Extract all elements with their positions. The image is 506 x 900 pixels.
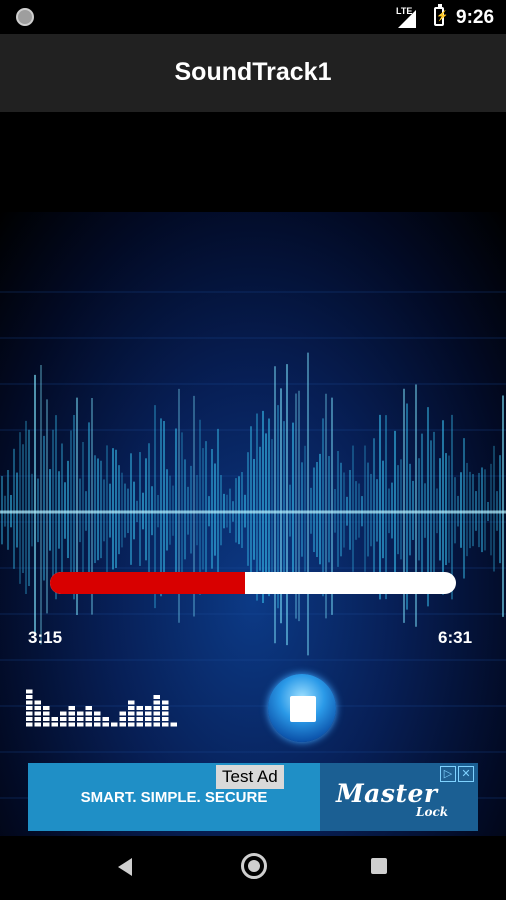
test-ad-badge: Test Ad (216, 765, 284, 789)
equalizer-block (153, 717, 160, 721)
equalizer-block (51, 722, 58, 727)
equalizer-block (128, 700, 135, 705)
equalizer-block (34, 717, 41, 721)
equalizer-block (94, 711, 101, 716)
equalizer-block (102, 717, 109, 721)
waveform-image (0, 291, 506, 845)
equalizer-block (153, 695, 160, 699)
equalizer-block (128, 706, 135, 710)
equalizer-block (26, 700, 33, 705)
equalizer-block (119, 717, 126, 721)
equalizer-block (153, 711, 160, 716)
equalizer-block (136, 722, 143, 727)
equalizer-block (94, 722, 101, 727)
equalizer-block (85, 722, 92, 727)
clock: 9:26 (456, 7, 495, 28)
equalizer-block (26, 695, 33, 699)
equalizer-block (34, 700, 41, 705)
equalizer-block (162, 706, 169, 710)
progress-bar[interactable] (50, 572, 456, 594)
ad-brand: Master (336, 779, 438, 808)
equalizer-icon[interactable] (26, 684, 182, 728)
equalizer-block (77, 717, 84, 721)
equalizer-block (43, 706, 50, 710)
equalizer-block (128, 717, 135, 721)
equalizer-block (26, 689, 33, 694)
equalizer-block (153, 722, 160, 727)
equalizer-block (111, 722, 118, 727)
equalizer-block (145, 711, 152, 716)
equalizer-block (85, 711, 92, 716)
equalizer-block (43, 717, 50, 721)
equalizer-block (60, 722, 67, 727)
equalizer-block (34, 711, 41, 716)
back-icon[interactable] (118, 858, 132, 876)
equalizer-block (102, 722, 109, 727)
navigation-bar (0, 836, 506, 900)
equalizer-block (136, 717, 143, 721)
equalizer-block (34, 706, 41, 710)
app-title: SoundTrack1 (174, 58, 332, 86)
ad-brand-sub: Lock (416, 805, 449, 819)
equalizer-block (26, 706, 33, 710)
equalizer-block (77, 722, 84, 727)
status-bar: LTE ⚡ 9:26 (0, 0, 506, 34)
ad-tagline: SMART. SIMPLE. SECURE (80, 789, 268, 806)
equalizer-block (68, 717, 75, 721)
equalizer-block (68, 706, 75, 710)
equalizer-block (145, 706, 152, 710)
equalizer-block (77, 711, 84, 716)
equalizer-block (51, 717, 58, 721)
equalizer-block (119, 711, 126, 716)
equalizer-block (85, 717, 92, 721)
equalizer-block (68, 722, 75, 727)
battery-charging-icon: ⚡ (434, 4, 448, 26)
equalizer-block (145, 717, 152, 721)
ad-choices-icon[interactable]: ▷ ✕ (440, 766, 474, 782)
equalizer-block (34, 722, 41, 727)
equalizer-block (26, 711, 33, 716)
equalizer-block (162, 700, 169, 705)
equalizer-block (153, 706, 160, 710)
equalizer-block (136, 711, 143, 716)
equalizer-block (162, 717, 169, 721)
equalizer-block (128, 711, 135, 716)
equalizer-block (119, 722, 126, 727)
equalizer-block (85, 706, 92, 710)
equalizer-block (60, 711, 67, 716)
equalizer-block (136, 706, 143, 710)
equalizer-block (60, 717, 67, 721)
equalizer-block (162, 722, 169, 727)
app-bar: SoundTrack1 (0, 34, 506, 112)
equalizer-block (162, 711, 169, 716)
equalizer-block (128, 722, 135, 727)
recents-icon[interactable] (371, 858, 387, 874)
player-visual: 3:15 6:31 (0, 112, 506, 850)
equalizer-block (170, 722, 177, 727)
notification-dot-icon (16, 8, 34, 26)
equalizer-block (68, 711, 75, 716)
stop-button[interactable] (268, 674, 336, 742)
elapsed-time: 3:15 (28, 628, 63, 647)
equalizer-block (43, 711, 50, 716)
equalizer-block (26, 722, 33, 727)
home-icon[interactable] (241, 853, 267, 879)
equalizer-block (94, 717, 101, 721)
progress-played (50, 572, 245, 594)
duration-time: 6:31 (438, 628, 473, 647)
equalizer-block (153, 700, 160, 705)
equalizer-block (43, 722, 50, 727)
equalizer-block (145, 722, 152, 727)
stop-icon (290, 696, 316, 722)
equalizer-block (26, 717, 33, 721)
network-label: LTE (396, 6, 413, 16)
